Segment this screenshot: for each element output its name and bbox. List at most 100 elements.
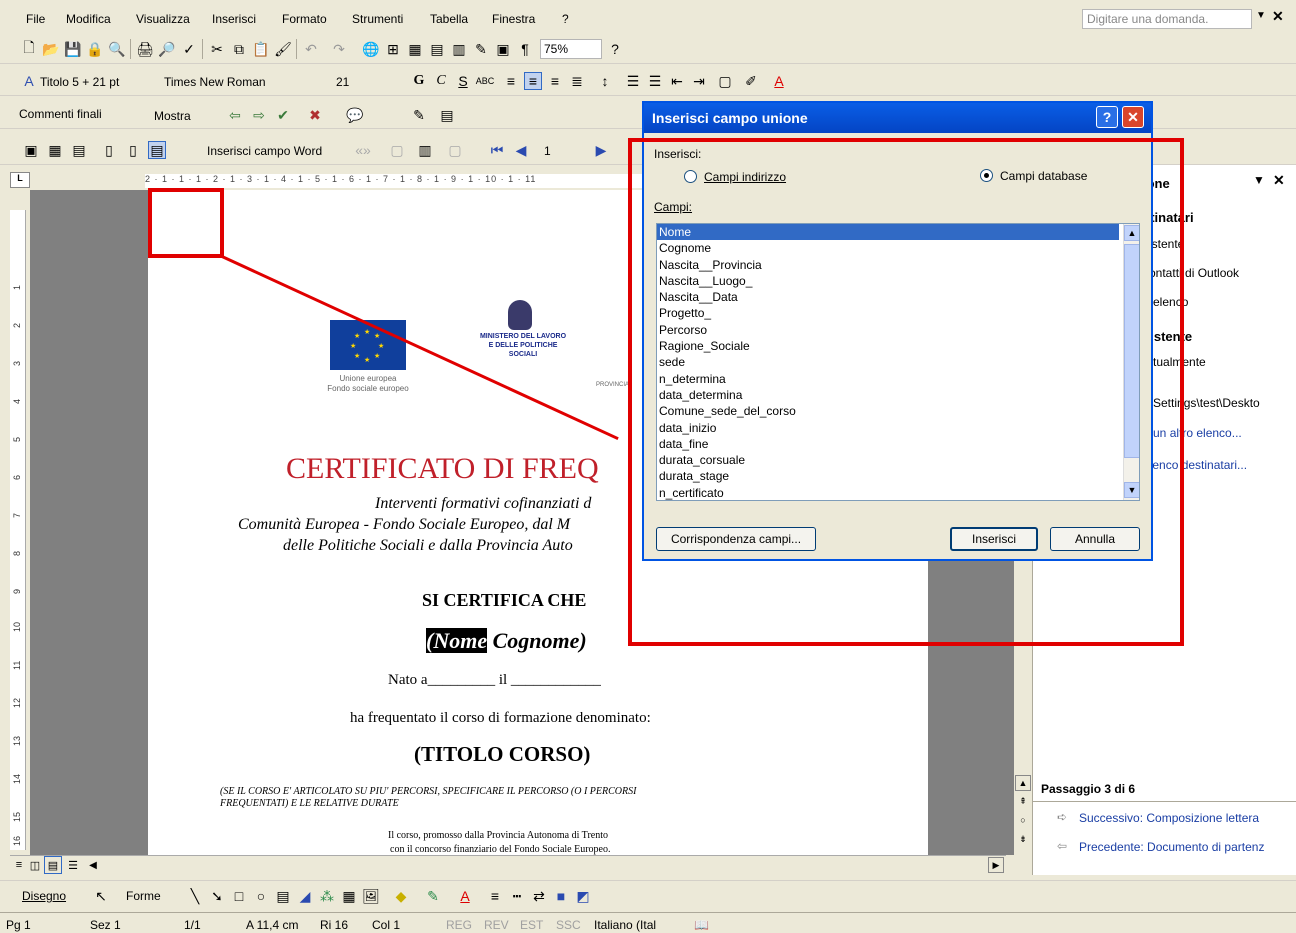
help-icon[interactable]: ? — [1096, 106, 1118, 128]
font-combo[interactable]: Times New Roman — [164, 75, 266, 89]
text-box-icon[interactable]: ▤ — [274, 887, 292, 905]
ask-question-input[interactable]: Digitare una domanda. — [1082, 9, 1252, 29]
print-preview-icon[interactable]: 🔎 — [158, 40, 176, 58]
next-record-icon[interactable]: ▶ — [592, 141, 610, 159]
insert-picture-icon[interactable]: 🖼 — [362, 887, 380, 905]
search-icon[interactable]: 🔍 — [108, 40, 126, 58]
line-style-icon[interactable]: ≡ — [486, 887, 504, 905]
insert-merge-fields-icon[interactable]: ▤ — [148, 141, 166, 159]
display-for-review-combo[interactable]: Commenti finali — [16, 105, 152, 125]
paste-icon[interactable]: 📋 — [252, 40, 270, 58]
help-icon[interactable]: ? — [606, 40, 624, 58]
borders-icon[interactable]: ▢ — [716, 72, 734, 90]
match-fields-icon[interactable]: ▥ — [416, 141, 434, 159]
previous-change-icon[interactable]: ⇦ — [226, 106, 244, 124]
open-folder-icon[interactable]: 📂 — [42, 40, 60, 58]
show-hide-icon[interactable]: ¶ — [516, 40, 534, 58]
insert-excel-icon[interactable]: ▤ — [428, 40, 446, 58]
line-color-icon[interactable]: ✎ — [424, 887, 442, 905]
cut-icon[interactable]: ✂ — [208, 40, 226, 58]
insert-comment-icon[interactable]: 💬 — [346, 106, 364, 124]
insert-word-field-combo[interactable]: Inserisci campo Word — [207, 144, 322, 158]
drawing-icon[interactable]: ✎ — [472, 40, 490, 58]
line-spacing-icon[interactable]: ↕ — [596, 72, 614, 90]
horizontal-scrollbar[interactable]: ≡ ◫ ▤ ☰ ◀ ▶ — [10, 855, 1006, 874]
justify-icon[interactable]: ≣ — [568, 72, 586, 90]
main-document-setup-icon[interactable]: ▣ — [22, 141, 40, 159]
clip-art-icon[interactable]: ▦ — [340, 887, 358, 905]
bullets-icon[interactable]: ☰ — [646, 72, 664, 90]
scroll-right-icon[interactable]: ▶ — [988, 857, 1004, 873]
vertical-ruler[interactable]: 1 2 3 4 5 6 7 8 9 10 11 12 13 14 15 16 — [10, 210, 26, 850]
draw-menu[interactable]: Disegno — [22, 889, 66, 903]
print-icon[interactable]: 🖨 — [136, 40, 154, 58]
propagate-labels-icon[interactable]: ▢ — [446, 141, 464, 159]
print-layout-icon[interactable]: ▤ — [44, 856, 62, 874]
previous-page-icon[interactable]: ⇞ — [1015, 793, 1031, 809]
highlight-icon[interactable]: ✐ — [742, 72, 760, 90]
insert-address-block-icon[interactable]: ▯ — [100, 141, 118, 159]
status-ext[interactable]: EST — [520, 918, 543, 932]
numbering-icon[interactable]: ☰ — [624, 72, 642, 90]
save-icon[interactable]: 💾 — [64, 40, 82, 58]
hyperlink-icon[interactable]: 🌐 — [362, 40, 380, 58]
decrease-indent-icon[interactable]: ⇤ — [668, 72, 686, 90]
menu-strumenti[interactable]: Strumenti — [352, 12, 403, 26]
go-to-record-input[interactable]: 1 — [544, 144, 551, 158]
shadow-icon[interactable]: ■ — [552, 887, 570, 905]
align-left-icon[interactable]: ≡ — [502, 72, 520, 90]
horizontal-ruler[interactable]: 2 · 1 · 1 · 1 · 2 · 1 · 3 · 1 · 4 · 1 · … — [145, 174, 645, 188]
menu-formato[interactable]: Formato — [282, 12, 327, 26]
previous-record-icon[interactable]: ◀ — [512, 141, 530, 159]
close-icon[interactable]: ✕ — [1122, 106, 1144, 128]
previous-step-link[interactable]: Precedente: Documento di partenz — [1079, 840, 1264, 854]
menu-help[interactable]: ? — [562, 12, 569, 26]
reject-change-icon[interactable]: ✖ — [306, 106, 324, 124]
wordart-icon[interactable]: ◢ — [296, 887, 314, 905]
3d-style-icon[interactable]: ◩ — [574, 887, 592, 905]
arrow-icon[interactable]: ➘ — [208, 887, 226, 905]
scroll-left-icon[interactable]: ◀ — [84, 856, 102, 874]
track-changes-icon[interactable]: ✎ — [410, 106, 428, 124]
tables-borders-icon[interactable]: ⊞ — [384, 40, 402, 58]
fill-color-icon[interactable]: ◆ — [392, 887, 410, 905]
show-menu[interactable]: Mostra — [154, 109, 191, 123]
open-data-source-icon[interactable]: ▦ — [46, 141, 64, 159]
reviewing-pane-icon[interactable]: ▤ — [438, 106, 456, 124]
redo-icon[interactable]: ↷ — [330, 40, 348, 58]
insert-table-icon[interactable]: ▦ — [406, 40, 424, 58]
next-step-link[interactable]: Successivo: Composizione lettera — [1079, 811, 1259, 825]
align-right-icon[interactable]: ≡ — [546, 72, 564, 90]
status-ovr[interactable]: SSC — [556, 918, 581, 932]
diagram-icon[interactable]: ⁂ — [318, 887, 336, 905]
align-center-icon[interactable]: ≡ — [524, 72, 542, 90]
arrow-style-icon[interactable]: ⇄ — [530, 887, 548, 905]
line-icon[interactable]: ╲ — [186, 887, 204, 905]
next-change-icon[interactable]: ⇨ — [250, 106, 268, 124]
spelling-status-icon[interactable]: 📖 — [694, 918, 709, 932]
scroll-up-icon[interactable]: ▲ — [1015, 775, 1031, 791]
insert-greeting-icon[interactable]: ▯ — [124, 141, 142, 159]
columns-icon[interactable]: ▥ — [450, 40, 468, 58]
copy-icon[interactable]: ⧉ — [230, 40, 248, 58]
new-document-icon[interactable]: 🗋 — [20, 39, 38, 58]
menu-file[interactable]: File — [26, 12, 45, 26]
select-browse-object-icon[interactable]: ○ — [1015, 812, 1031, 828]
spelling-icon[interactable]: ✓ — [180, 40, 198, 58]
close-icon[interactable]: ✕ — [1273, 172, 1285, 189]
merge-field-cognome[interactable]: Cognome) — [487, 628, 587, 653]
next-page-icon[interactable]: ⇟ — [1015, 831, 1031, 847]
document-map-icon[interactable]: ▣ — [494, 40, 512, 58]
select-objects-icon[interactable]: ↖ — [92, 887, 110, 905]
underline-icon[interactable]: S — [454, 72, 472, 90]
italic-icon[interactable]: C — [432, 72, 450, 90]
undo-icon[interactable]: ↶ — [302, 40, 320, 58]
permission-icon[interactable]: 🔒 — [86, 40, 104, 58]
menu-inserisci[interactable]: Inserisci — [212, 12, 256, 26]
increase-indent-icon[interactable]: ⇥ — [690, 72, 708, 90]
outline-view-icon[interactable]: ☰ — [64, 856, 82, 874]
menu-visualizza[interactable]: Visualizza — [136, 12, 190, 26]
tab-selector[interactable]: L — [10, 172, 30, 188]
accept-change-icon[interactable]: ✔ — [274, 106, 292, 124]
merge-field-nome[interactable]: (Nome — [426, 628, 488, 653]
